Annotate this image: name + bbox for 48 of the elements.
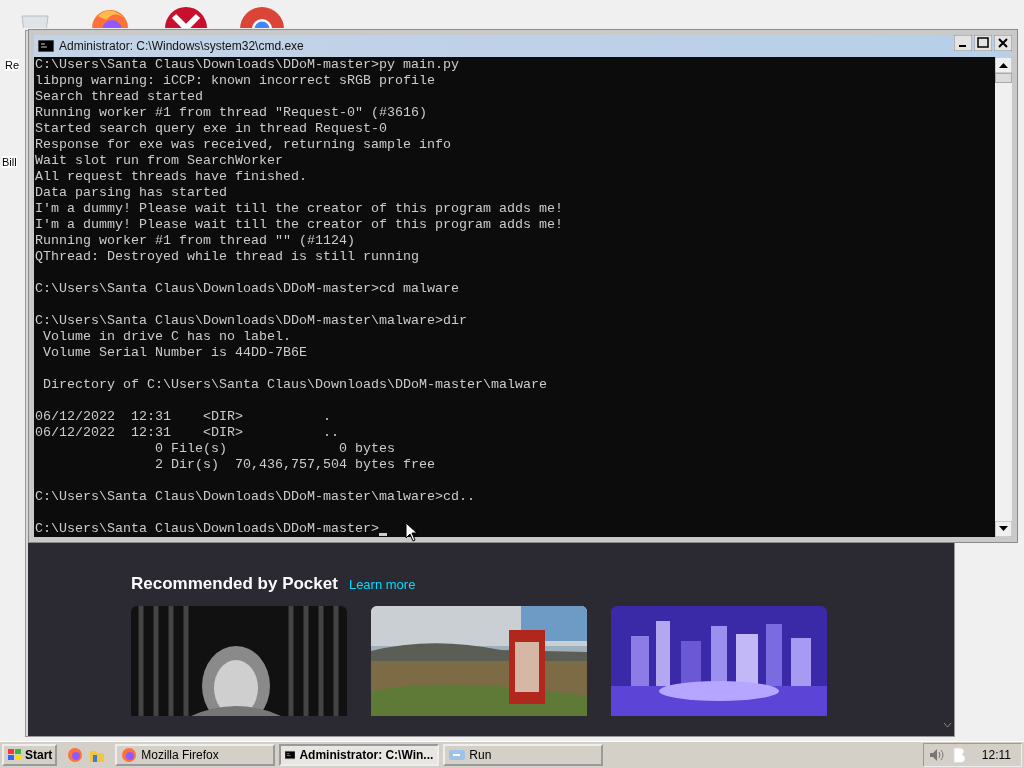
console-line: libpng warning: iCCP: known incorrect sRGB profile <box>35 73 435 89</box>
taskbar-button[interactable]: Administrator: C:\Win... <box>279 744 440 766</box>
window-title: Administrator: C:\Windows\system32\cmd.exe <box>59 39 305 53</box>
minimize-icon[interactable] <box>954 35 972 51</box>
windows-logo-icon <box>7 748 23 762</box>
console-line: QThread: Destroyed while thread is still running <box>35 249 419 265</box>
maximize-icon[interactable] <box>974 35 992 51</box>
console-line: C:\Users\Santa Claus\Downloads\DDoM-master>py main.py <box>35 57 459 73</box>
text-cursor <box>378 533 387 536</box>
console-line: Volume Serial Number is 44DD-7B6E <box>42 345 307 361</box>
console-line: Wait slot run from SearchWorker <box>35 153 283 169</box>
console-line: Running worker #1 from thread "" (#1124) <box>35 233 355 249</box>
console-line: I'm a dummy! Please wait till the creator of this program adds me! <box>35 217 563 233</box>
scrollbar[interactable] <box>995 57 1012 537</box>
start-button[interactable]: Start <box>2 744 58 766</box>
console-line: C:\Users\Santa Claus\Downloads\DDoM-master> <box>35 521 379 537</box>
globe-icon <box>121 747 138 763</box>
console-line: All request threads have finished. <box>35 169 307 185</box>
scroll-up-icon[interactable] <box>995 57 1012 73</box>
console-line: C:\Users\Santa Claus\Downloads\DDoM-master\malware>dir <box>35 313 467 329</box>
console-line: Data parsing has started <box>35 185 227 201</box>
taskbar-button[interactable]: Mozilla Firefox <box>115 744 276 766</box>
console-line: I'm a dummy! Please wait till the creator of this program adds me! <box>35 201 563 217</box>
console-line: Started search query exe in thread Request-0 <box>35 121 387 137</box>
console-line: C:\Users\Santa Claus\Downloads\DDoM-master>cd malware <box>35 281 459 297</box>
console-line: Running worker #1 from thread "Request-0" (#3616) <box>35 105 427 121</box>
console-line: 2 Dir(s) 70,436,757,504 bytes free <box>153 457 435 473</box>
close-icon[interactable] <box>994 35 1012 51</box>
console-line: 06/12/2022 12:31 <DIR> . <box>35 409 331 425</box>
taskbar-button[interactable]: Run <box>443 744 604 766</box>
console-line: Directory of C:\Users\Santa Claus\Downloads\DDoM-master\malware <box>42 377 547 393</box>
console-line: Search thread started <box>35 89 203 105</box>
speaker-icon[interactable] <box>927 747 946 763</box>
scroll-down-icon[interactable] <box>995 521 1012 537</box>
section-title: Recommended by Pocket <box>131 574 338 594</box>
console-icon <box>38 40 54 52</box>
run-icon <box>449 747 466 763</box>
scroll-thumb[interactable] <box>995 73 1012 83</box>
console-line: 06/12/2022 12:31 <DIR> .. <box>35 425 339 441</box>
console-line: Volume in drive C has no label. <box>42 329 291 345</box>
console-line: Response for exe was received, returning sample info <box>35 137 451 153</box>
globe-icon[interactable] <box>67 747 84 763</box>
clock: 12:11 <box>981 748 1011 762</box>
console-line: 0 File(s) 0 bytes <box>153 441 395 457</box>
icon-label: Bill <box>2 156 17 168</box>
console-line: C:\Users\Santa Claus\Downloads\DDoM-master\malware>cd.. <box>35 489 475 505</box>
icon-label: Re <box>5 59 20 71</box>
learn-more-link[interactable]: Learn more <box>348 577 416 592</box>
